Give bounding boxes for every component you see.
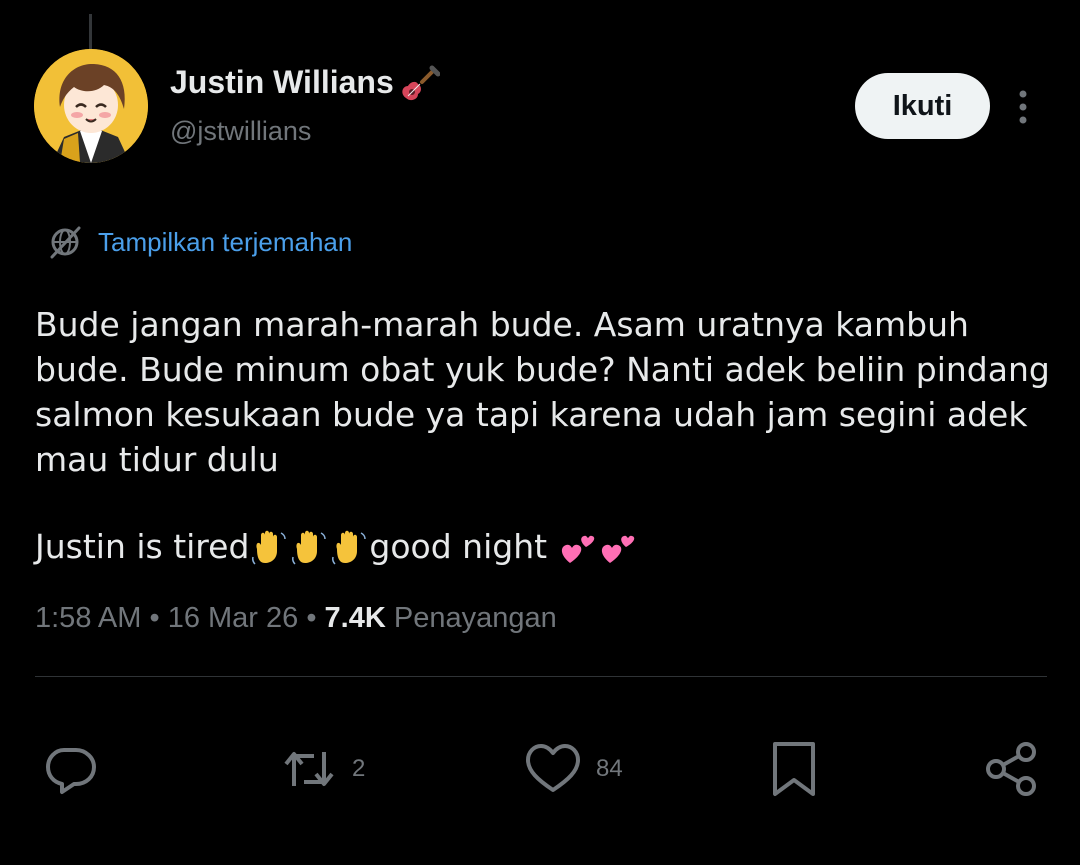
- tweet-paragraph: Bude jangan marah-marah bude. Asam uratn…: [35, 305, 1050, 479]
- tweet-meta: 1:58 AM • 16 Mar 26 • 7.4K Penayangan: [35, 602, 557, 635]
- avatar-image: [34, 49, 148, 163]
- translate-label[interactable]: Tampilkan terjemahan: [98, 227, 352, 258]
- tweet-text-fragment: Justin is tired: [35, 527, 250, 566]
- meta-separator: •: [306, 602, 317, 634]
- tweet-text: Bude jangan marah-marah bude. Asam uratn…: [35, 302, 1055, 482]
- heart-icon: [526, 744, 580, 792]
- like-button[interactable]: 84: [524, 740, 623, 798]
- author-handle[interactable]: @jstwillians: [170, 116, 311, 147]
- tweet-time[interactable]: 1:58 AM: [35, 602, 141, 634]
- follow-button[interactable]: Ikuti: [855, 73, 990, 139]
- waving-hand-emoji: [249, 527, 289, 567]
- retweet-icon: [284, 752, 334, 786]
- bookmark-icon: [773, 742, 815, 796]
- views-count[interactable]: 7.4K: [325, 602, 386, 634]
- tweet-text-fragment: good night: [369, 527, 558, 566]
- bookmark-button[interactable]: [765, 740, 837, 798]
- divider: [35, 676, 1047, 677]
- retweet-button[interactable]: 2: [280, 740, 365, 798]
- thread-connector-line: [89, 14, 92, 50]
- views-label[interactable]: Penayangan: [394, 602, 557, 634]
- share-button[interactable]: [982, 740, 1054, 798]
- guitar-emoji: [398, 64, 441, 106]
- waving-hand-emoji: [289, 527, 329, 567]
- two-hearts-emoji: [598, 527, 638, 567]
- like-count: 84: [596, 755, 623, 782]
- author-display-name[interactable]: Justin Willians: [170, 64, 394, 101]
- reply-button[interactable]: [42, 740, 114, 798]
- tweet-paragraph: Justin is tired good night: [35, 524, 638, 569]
- reply-icon: [46, 748, 96, 794]
- translate-link[interactable]: Tampilkan terjemahan: [46, 222, 352, 262]
- meta-separator: •: [149, 602, 160, 634]
- globe-translate-icon: [50, 226, 81, 259]
- retweet-count: 2: [352, 755, 366, 782]
- two-hearts-emoji: [558, 527, 598, 567]
- more-options-icon[interactable]: [1008, 88, 1038, 126]
- waving-hand-emoji: [329, 527, 369, 567]
- tweet-detail-page: Justin Willians @jstwillians Ikuti Tampi…: [0, 0, 1080, 865]
- avatar[interactable]: [34, 49, 148, 163]
- tweet-date[interactable]: 16 Mar 26: [168, 602, 299, 634]
- share-icon: [986, 742, 1036, 796]
